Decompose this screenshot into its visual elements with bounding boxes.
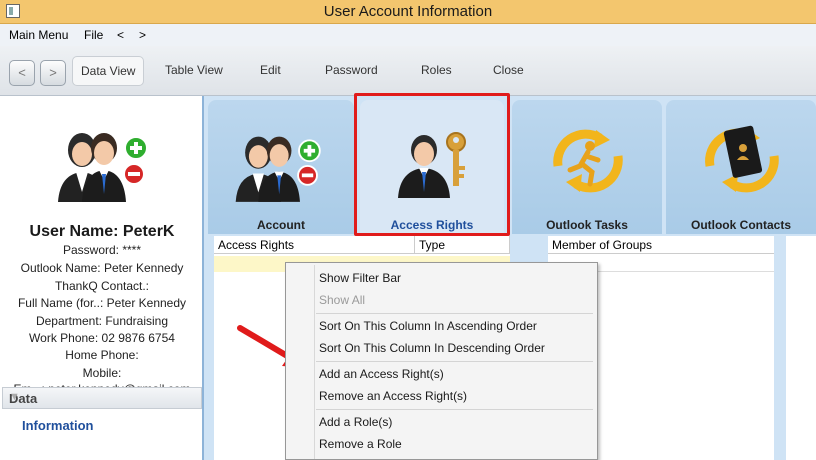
forward-button[interactable]: >: [40, 60, 66, 86]
mobile-line: Mobile:: [82, 366, 122, 380]
password-button[interactable]: Password: [325, 63, 378, 77]
table-view-button[interactable]: Table View: [165, 63, 223, 77]
menu-forward[interactable]: >: [139, 28, 146, 42]
menu-item-sort-descending[interactable]: Sort On This Column In Descending Order: [319, 341, 545, 355]
menu-item-sort-ascending[interactable]: Sort On This Column In Ascending Order: [319, 319, 537, 333]
back-button[interactable]: <: [9, 60, 35, 86]
column-type[interactable]: Type: [415, 236, 510, 254]
highlight-box: [354, 93, 510, 236]
work-phone-line: Work Phone: 02 9876 6754: [29, 331, 175, 345]
username-label: User Name: PeterK: [29, 223, 175, 240]
menu-bar: Main Menu File < >: [0, 24, 816, 46]
menu-back[interactable]: <: [117, 28, 124, 42]
menu-item-add-role[interactable]: Add a Role(s): [319, 415, 392, 429]
tab-outlook-tasks[interactable]: Outlook Tasks: [512, 100, 662, 234]
menu-separator: [316, 409, 593, 410]
tab-outlook-tasks-label: Outlook Tasks: [546, 218, 628, 232]
column-member-of-groups[interactable]: Member of Groups: [548, 236, 774, 254]
tab-account-label: Account: [257, 218, 305, 232]
menu-main[interactable]: Main Menu: [9, 28, 68, 42]
data-section-header[interactable]: Data ▼: [2, 387, 202, 409]
home-phone-line: Home Phone:: [65, 348, 139, 362]
data-view-button[interactable]: Data View: [72, 56, 145, 86]
tasks-runner-icon: [553, 129, 623, 193]
menu-file[interactable]: File: [84, 28, 103, 42]
menu-separator: [316, 361, 593, 362]
users-icon: [58, 133, 148, 202]
users-icon: [235, 136, 321, 202]
menu-gutter: [314, 265, 315, 459]
menu-item-show-filter-bar[interactable]: Show Filter Bar: [319, 271, 401, 285]
department-line: Department: Fundraising: [35, 314, 169, 328]
column-access-rights[interactable]: Access Rights: [214, 236, 415, 254]
menu-item-remove-role[interactable]: Remove a Role: [319, 437, 402, 451]
menu-item-add-access-right[interactable]: Add an Access Right(s): [319, 367, 444, 381]
menu-item-remove-access-right[interactable]: Remove an Access Right(s): [319, 389, 467, 403]
close-button[interactable]: Close: [493, 63, 524, 77]
password-line: Password: ****: [62, 243, 142, 257]
roles-button[interactable]: Roles: [421, 63, 452, 77]
title-bar: User Account Information: [0, 0, 816, 24]
toolbar: < > Data View Table View Edit Password R…: [0, 46, 816, 96]
chevron-down-icon[interactable]: ▼: [9, 391, 193, 403]
tab-outlook-contacts-label: Outlook Contacts: [690, 218, 791, 232]
tab-outlook-contacts[interactable]: Outlook Contacts: [666, 100, 816, 234]
context-menu: Show Filter Bar Show All Sort On This Co…: [285, 262, 598, 460]
full-name-line: Full Name (for..: Peter Kennedy: [17, 296, 187, 310]
menu-separator: [316, 313, 593, 314]
user-summary-panel: User Name: PeterK Password: **** Outlook…: [0, 96, 204, 460]
outlook-name-line: Outlook Name: Peter Kennedy: [20, 261, 184, 275]
menu-item-show-all[interactable]: Show All: [319, 293, 365, 307]
right-panel: [786, 236, 816, 460]
edit-button[interactable]: Edit: [260, 63, 281, 77]
tab-account[interactable]: Account: [208, 100, 354, 234]
information-link[interactable]: Information: [22, 418, 94, 433]
window-title: User Account Information: [323, 3, 493, 20]
thankq-contact-line: ThankQ Contact.:: [54, 279, 150, 293]
contacts-book-icon: [705, 125, 779, 193]
